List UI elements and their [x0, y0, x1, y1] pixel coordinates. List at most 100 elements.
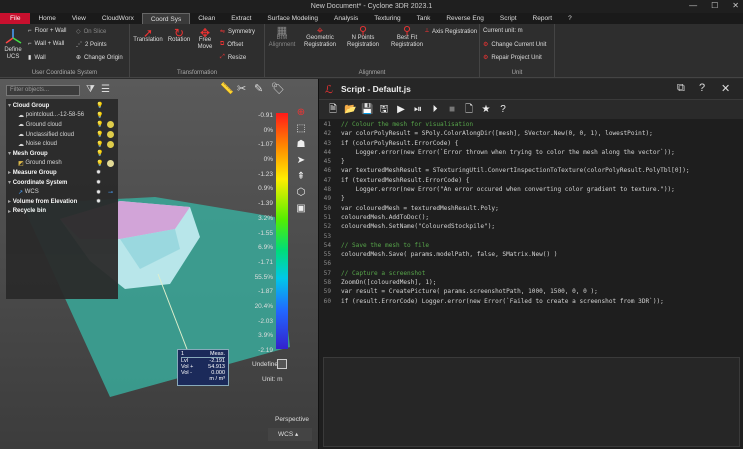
menu-report[interactable]: Report	[525, 13, 561, 24]
menu-clean[interactable]: Clean	[190, 13, 223, 24]
code-line[interactable]: 50 var colouredMesh = texturedMeshResult.…	[319, 204, 743, 213]
save-as-icon[interactable]: 🖫	[378, 104, 390, 116]
code-line[interactable]: 60 if (result.ErrorCode) Logger.error(new…	[319, 297, 743, 306]
code-line[interactable]: 41 // Colour the mesh for visualisation	[319, 120, 743, 129]
measure-legend[interactable]: 1 Meas. Lvl -2.191 Vol +54.913 Vol -0.000 …	[177, 349, 229, 386]
repair-project-unit-button[interactable]: ⚙ Repair Project Unit	[483, 54, 542, 62]
viewport-3d[interactable]: Filter objects... ⧩ ☰ ▾ Cloud Group 💡 ☁ p…	[0, 79, 318, 449]
new-file-icon[interactable]: 🗎	[327, 104, 339, 116]
code-line[interactable]: 46 var texturedMeshResult = STexturingUti…	[319, 166, 743, 175]
tree-item-noise-cloud[interactable]: ☁ Noise cloud 💡	[6, 139, 118, 149]
code-line[interactable]: 45}	[319, 157, 743, 166]
bulb-icon[interactable]: 💡	[96, 160, 103, 167]
bulb-icon[interactable]: 💡	[96, 150, 103, 157]
npoints-registration-button[interactable]: ⚲ N Points Registration	[343, 26, 383, 49]
bestfit-registration-button[interactable]: ⚲ Best Fit Registration	[387, 26, 427, 49]
define-ucs-button[interactable]: Define UCS	[2, 28, 24, 61]
filter-input[interactable]: Filter objects...	[6, 85, 80, 96]
tree-item-measure-group[interactable]: ▸ Measure Group ✹	[6, 168, 118, 178]
change-current-unit-button[interactable]: ⚙ Change Current Unit	[483, 41, 546, 49]
perspective-label[interactable]: Perspective	[275, 416, 309, 423]
symmetry-button[interactable]: ⇋ Symmetry	[220, 28, 255, 36]
undefined-swatch[interactable]	[277, 359, 287, 369]
menu-help[interactable]: ?	[560, 13, 580, 24]
document-icon[interactable]: 🗋	[463, 104, 475, 116]
color-swatch[interactable]	[107, 121, 114, 129]
rotation-button[interactable]: ↻ Rotation	[166, 27, 192, 44]
geometric-registration-button[interactable]: ⌖ Geometric Registration	[301, 26, 339, 49]
wall-wall-button[interactable]: ⌐ Wall + Wall	[28, 41, 64, 47]
code-line[interactable]: 58 ZoomOn([colouredMesh], 1);	[319, 278, 743, 287]
resize-button[interactable]: ⤢ Resize	[220, 54, 246, 61]
tree-item-ground-cloud[interactable]: ☁ Ground cloud 💡	[6, 120, 118, 130]
wcs-selector[interactable]: WCS ▴	[268, 428, 312, 441]
popout-icon[interactable]: ⧉	[677, 82, 685, 95]
menu-coord-sys[interactable]: Coord Sys	[141, 13, 191, 24]
free-move-button[interactable]: ✥ Free Move	[194, 27, 216, 51]
bulb-icon[interactable]: 💡	[96, 131, 103, 138]
open-file-icon[interactable]: 📂	[344, 104, 356, 116]
menu-extract[interactable]: Extract	[223, 13, 259, 24]
tree-item-cloud-group[interactable]: ▾ Cloud Group 💡	[6, 101, 118, 111]
target-icon[interactable]: ⊕	[291, 104, 311, 120]
menu-cloudworx[interactable]: CloudWorx	[94, 13, 142, 24]
close-panel-icon[interactable]: ✕	[721, 82, 730, 95]
bulb-icon[interactable]: 💡	[96, 141, 103, 148]
code-line[interactable]: 52 colouredMesh.SetName("ColouredStockpil…	[319, 222, 743, 231]
list-icon[interactable]: ☰	[101, 84, 110, 95]
section-tool-icon[interactable]: ✂	[237, 82, 246, 95]
menu-view[interactable]: View	[64, 13, 94, 24]
offset-button[interactable]: ⧉ Offset	[220, 41, 243, 48]
tree-item-coordinate-system[interactable]: ▾ Coordinate System ✹	[6, 178, 118, 188]
toggle-icon[interactable]: ⊸	[108, 189, 113, 196]
colorbar[interactable]	[276, 113, 288, 349]
level-icon[interactable]: ⇞	[291, 168, 311, 184]
menu-script[interactable]: Script	[492, 13, 525, 24]
cube-icon[interactable]: ⬡	[291, 184, 311, 200]
translation-button[interactable]: ➚ Translation	[133, 27, 163, 44]
code-line[interactable]: 53	[319, 232, 743, 241]
floor-wall-button[interactable]: ⌐ Floor + Wall	[28, 28, 66, 34]
tree-item-volume-from-elevation[interactable]: ▸ Volume from Elevation ✹	[6, 197, 118, 207]
code-line[interactable]: 42 var colorPolyResult = SPoly.ColorAlong…	[319, 129, 743, 138]
bulb-icon[interactable]: 💡	[96, 121, 103, 128]
code-line[interactable]: 49}	[319, 194, 743, 203]
tree-item-recycle-bin[interactable]: ▸ Recycle bin	[6, 207, 118, 217]
tree-item-wcs[interactable]: ↗ WCS ✹ ⊸	[6, 187, 118, 197]
code-line[interactable]: 57 // Capture a screenshot	[319, 269, 743, 278]
two-points-button[interactable]: ⋰ 2 Points	[76, 41, 107, 49]
code-line[interactable]: 43 if (colorPolyResult.ErrorCode) {	[319, 139, 743, 148]
menu-surface-modeling[interactable]: Surface Modeling	[259, 13, 326, 24]
stop-icon[interactable]: ■	[446, 104, 458, 116]
person-icon[interactable]: ☗	[291, 136, 311, 152]
bulb-icon[interactable]: 💡	[96, 102, 103, 109]
output-panel[interactable]	[323, 357, 740, 447]
code-line[interactable]: 51 colouredMesh.AddToDoc();	[319, 213, 743, 222]
close-icon[interactable]: ✕	[732, 1, 739, 10]
menu-home[interactable]: Home	[30, 13, 63, 24]
code-line[interactable]: 54 // Save the mesh to file	[319, 241, 743, 250]
menu-reverse-eng[interactable]: Reverse Eng	[438, 13, 492, 24]
save-icon[interactable]: 💾	[361, 104, 373, 116]
measure-tool-icon[interactable]: 📏	[220, 82, 234, 95]
menu-analysis[interactable]: Analysis	[326, 13, 366, 24]
funnel-icon[interactable]: ⧩	[86, 84, 95, 95]
menu-texturing[interactable]: Texturing	[366, 13, 408, 24]
label-tool-icon[interactable]: 🏷	[271, 82, 285, 95]
tree-item-mesh-group[interactable]: ▾ Mesh Group 💡	[6, 149, 118, 159]
favorite-icon[interactable]: ★	[480, 104, 492, 116]
bim-alignment-button[interactable]: ▦ BIM Alignment	[267, 26, 297, 49]
run-icon[interactable]: ▶	[395, 104, 407, 116]
navigate-icon[interactable]: ➤	[291, 152, 311, 168]
view-icon[interactable]: ▣	[291, 200, 311, 216]
debug-icon[interactable]: ⏵	[429, 104, 441, 116]
color-swatch[interactable]	[107, 159, 114, 167]
menu-tank[interactable]: Tank	[409, 13, 439, 24]
sun-icon[interactable]: ✹	[96, 169, 101, 176]
tree-item-unclassified-cloud[interactable]: ☁ Unclassified cloud 💡	[6, 130, 118, 140]
help-icon[interactable]: ?	[699, 82, 705, 94]
wall-button[interactable]: ▮ Wall	[28, 54, 46, 62]
annotate-tool-icon[interactable]: ✎	[254, 82, 263, 95]
tree-item-ground-mesh[interactable]: ◩ Ground mesh 💡	[6, 159, 118, 169]
color-swatch[interactable]	[107, 140, 114, 148]
